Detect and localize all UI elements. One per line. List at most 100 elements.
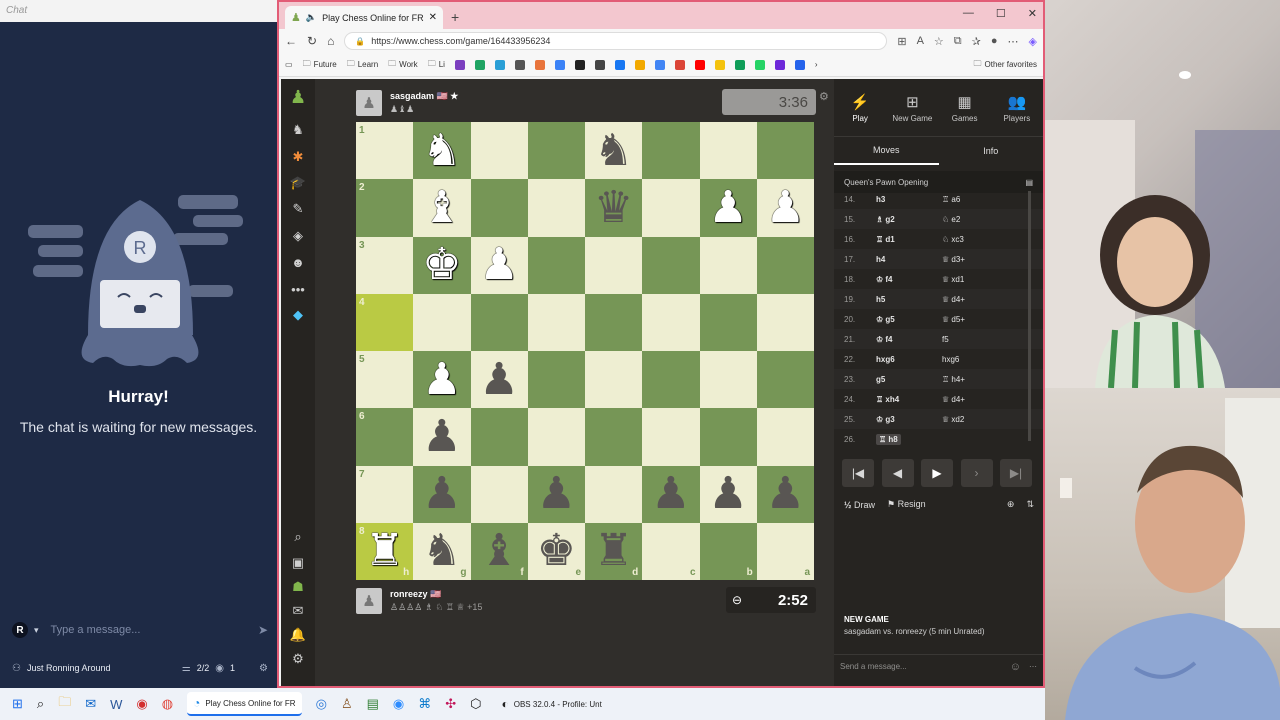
black-move[interactable]: ♕ d4+ <box>942 295 1008 304</box>
favorite-star-icon[interactable]: ☆ <box>934 35 944 48</box>
black-piece[interactable]: ♟ <box>757 466 814 523</box>
chess-logo-icon[interactable]: ♟ <box>290 87 306 107</box>
board-square[interactable]: a <box>756 522 814 580</box>
fav-learn[interactable]: 🗀 Learn <box>347 58 378 72</box>
puzzles-icon[interactable]: ✱ <box>290 149 306 165</box>
board-square[interactable] <box>642 122 700 180</box>
board-square[interactable] <box>470 465 528 523</box>
bookmark-icon[interactable] <box>494 59 505 70</box>
board-square[interactable] <box>699 236 757 294</box>
chess-board[interactable]: 1 2 3 4 5 6 7 8 h g f e d c b a ♞ ♞ ♝ ♛ ♟ ♟ ♚ ♟ ♟ ♟ ♟ ♟ ♟ ♟ ♟ ♟ ♜ ♞ ♝ ♚ ♜ <box>356 122 814 580</box>
taskbar-chess-window[interactable]: ◔ Play Chess Online for FR <box>187 692 302 716</box>
board-square[interactable] <box>470 179 528 237</box>
windows-start-icon[interactable]: ⊞ <box>12 696 23 712</box>
board-square[interactable] <box>699 293 757 351</box>
white-piece[interactable]: ♟ <box>471 237 528 294</box>
tab-moves[interactable]: Moves <box>834 137 939 165</box>
board-square[interactable] <box>642 408 700 466</box>
unity-icon[interactable]: ⬡ <box>470 696 481 712</box>
board-square[interactable]: c <box>642 522 700 580</box>
apps-icon[interactable]: ⊞ <box>897 35 906 48</box>
first-move-button[interactable]: |◀ <box>842 459 874 487</box>
board-square[interactable] <box>585 236 643 294</box>
emoji-icon[interactable]: ☺ <box>1010 661 1021 673</box>
white-piece[interactable]: ♝ <box>413 179 470 236</box>
book-icon[interactable]: ▤ <box>1025 178 1033 187</box>
search-icon[interactable]: ⌕ <box>37 696 44 712</box>
friends-icon[interactable]: ☗ <box>290 579 306 595</box>
bookmark-icon[interactable] <box>614 59 625 70</box>
favorites-icon[interactable]: ✰ <box>972 35 981 48</box>
close-tab-icon[interactable]: ✕ <box>429 12 437 23</box>
bookmark-icon[interactable] <box>454 59 465 70</box>
bookmark-icon[interactable] <box>754 59 765 70</box>
zoom-icon[interactable]: ◉ <box>393 696 404 712</box>
fav-li[interactable]: 🗀 Li <box>428 58 445 72</box>
white-piece[interactable]: ♚ <box>413 237 470 294</box>
refresh-icon[interactable]: ↻ <box>307 34 317 48</box>
bookmark-icon[interactable] <box>714 59 725 70</box>
minimize-icon[interactable]: — <box>963 7 974 20</box>
draw-button[interactable]: ½ Draw <box>844 500 875 510</box>
watch-icon[interactable]: ✎ <box>290 201 306 217</box>
bookmark-icon[interactable] <box>474 59 485 70</box>
play-icon[interactable]: ♞ <box>290 122 306 138</box>
back-icon[interactable]: ← <box>285 34 297 48</box>
gear-icon[interactable]: ⚙ <box>259 663 268 674</box>
white-move[interactable]: hxg6 <box>876 355 942 364</box>
profile-icon[interactable]: ▣ <box>290 555 306 571</box>
board-square[interactable] <box>585 408 643 466</box>
white-piece[interactable]: ♟ <box>413 351 470 408</box>
nav-play[interactable]: ⚡ Play <box>834 79 886 136</box>
user-badge[interactable]: R <box>12 622 28 638</box>
board-square[interactable]: 7 <box>356 465 414 523</box>
chat-message-input[interactable]: Type a message... <box>45 624 252 636</box>
messages-icon[interactable]: ✉ <box>290 603 306 619</box>
board-square[interactable] <box>527 293 585 351</box>
bookmark-icon[interactable] <box>534 59 545 70</box>
board-square[interactable] <box>642 293 700 351</box>
white-move[interactable]: ♖ xh4 <box>876 395 942 404</box>
board-square[interactable]: b <box>699 522 757 580</box>
extensions-icon[interactable]: ⧉ <box>954 35 962 48</box>
white-move[interactable]: ♔ f4 <box>876 275 942 284</box>
notepad-icon[interactable]: ▤ <box>367 696 379 712</box>
white-move[interactable]: ♔ g5 <box>876 315 942 324</box>
bookmark-icon[interactable] <box>654 59 665 70</box>
bookmark-icon[interactable] <box>774 59 785 70</box>
profile-avatar[interactable]: ● <box>991 35 998 48</box>
avatar[interactable]: ♟ <box>356 90 382 116</box>
social-icon[interactable]: ☻ <box>290 254 306 270</box>
settings-icon[interactable]: ⚙ <box>290 651 306 667</box>
bookmark-icon[interactable] <box>634 59 645 70</box>
game-chat-input[interactable]: Send a message... ☺ ⋯ <box>834 654 1043 678</box>
board-square[interactable]: 4 <box>356 293 414 351</box>
bookmark-icon[interactable] <box>794 59 805 70</box>
file-explorer-icon[interactable]: 🗀 <box>58 693 71 715</box>
board-square[interactable] <box>470 408 528 466</box>
fav-work[interactable]: 🗀 Work <box>388 58 418 72</box>
more-icon[interactable]: ••• <box>290 281 306 297</box>
board-square[interactable] <box>470 293 528 351</box>
close-window-icon[interactable]: ✕ <box>1028 7 1037 20</box>
board-square[interactable] <box>585 293 643 351</box>
board-square[interactable] <box>527 122 585 180</box>
board-square[interactable] <box>527 351 585 409</box>
board-square[interactable]: 1 <box>356 122 414 180</box>
maximize-icon[interactable]: ☐ <box>996 7 1006 20</box>
prev-move-button[interactable]: ◀ <box>881 459 914 487</box>
board-square[interactable] <box>756 408 814 466</box>
board-square[interactable] <box>756 351 814 409</box>
tab-chess[interactable]: ♟ 🔈 Play Chess Online for FREE - 2 ✕ <box>285 6 443 29</box>
url-field[interactable]: 🔒 https://www.chess.com/game/16443395623… <box>344 32 888 50</box>
copilot-app-icon[interactable]: ◎ <box>316 696 327 712</box>
board-square[interactable] <box>585 465 643 523</box>
outlook-icon[interactable]: ✉ <box>85 696 96 712</box>
black-move[interactable]: hxg6 <box>942 355 1008 364</box>
black-move[interactable]: f5 <box>942 335 1008 344</box>
board-settings-icon[interactable]: ⚙ <box>819 90 829 103</box>
board-square[interactable] <box>699 122 757 180</box>
bell-icon[interactable]: 🔔 <box>290 627 306 643</box>
bookmark-icon[interactable] <box>514 59 525 70</box>
taskbar-obs-window[interactable]: ◐ OBS 32.0.4 - Profile: Unt <box>496 693 608 715</box>
